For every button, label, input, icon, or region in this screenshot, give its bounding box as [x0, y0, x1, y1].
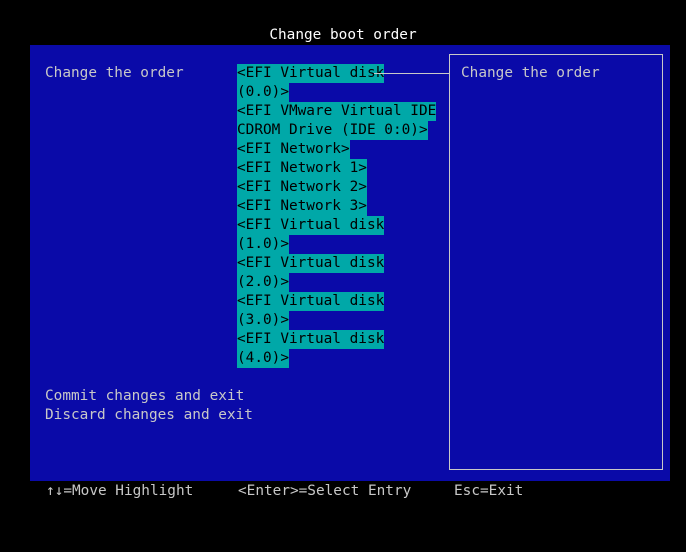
- footer-move-highlight-hint: ↑↓=Move Highlight: [46, 483, 194, 499]
- footer-exit-hint: Esc=Exit: [454, 483, 524, 499]
- boot-entry-efi-vmware-cdrom-line-1[interactable]: <EFI VMware Virtual IDE: [237, 102, 437, 121]
- boot-entry-efi-network-3[interactable]: <EFI Network 3>: [237, 197, 367, 216]
- footer-select-entry-hint: <Enter>=Select Entry: [238, 483, 412, 499]
- help-panel: Change the order: [449, 54, 663, 470]
- change-order-label: Change the order: [45, 65, 184, 81]
- exit-actions: Commit changes and exit Discard changes …: [45, 387, 253, 425]
- boot-entry-efi-vmware-cdrom-line-2[interactable]: CDROM Drive (IDE 0:0)>: [237, 121, 428, 140]
- boot-entry-efi-virtual-disk-2-line-2[interactable]: (2.0)>: [237, 273, 289, 292]
- boot-entry-efi-virtual-disk-0-line-1[interactable]: <EFI Virtual disk: [237, 64, 385, 83]
- boot-entry-efi-virtual-disk-2-line-1[interactable]: <EFI Virtual disk: [237, 254, 385, 273]
- boot-entry-efi-network[interactable]: <EFI Network>: [237, 140, 350, 159]
- help-text: Change the order: [461, 65, 600, 81]
- help-connector-line: [374, 73, 449, 74]
- boot-entry-efi-virtual-disk-4-line-1[interactable]: <EFI Virtual disk: [237, 330, 385, 349]
- page-title: Change boot order: [269, 27, 417, 43]
- boot-entry-efi-network-1[interactable]: <EFI Network 1>: [237, 159, 367, 178]
- main-panel: Change the order <EFI Virtual disk (0.0)…: [30, 45, 670, 481]
- boot-entry-efi-network-2[interactable]: <EFI Network 2>: [237, 178, 367, 197]
- boot-entry-efi-virtual-disk-3-line-2[interactable]: (3.0)>: [237, 311, 289, 330]
- boot-entry-efi-virtual-disk-4-line-2[interactable]: (4.0)>: [237, 349, 289, 368]
- boot-entry-efi-virtual-disk-3-line-1[interactable]: <EFI Virtual disk: [237, 292, 385, 311]
- commit-changes-option[interactable]: Commit changes and exit: [45, 387, 253, 406]
- boot-entry-efi-virtual-disk-1-line-1[interactable]: <EFI Virtual disk: [237, 216, 385, 235]
- discard-changes-option[interactable]: Discard changes and exit: [45, 406, 253, 425]
- boot-entry-efi-virtual-disk-0-line-2[interactable]: (0.0)>: [237, 83, 289, 102]
- boot-order-list[interactable]: <EFI Virtual disk (0.0)> <EFI VMware Vir…: [237, 64, 437, 368]
- boot-entry-efi-virtual-disk-1-line-2[interactable]: (1.0)>: [237, 235, 289, 254]
